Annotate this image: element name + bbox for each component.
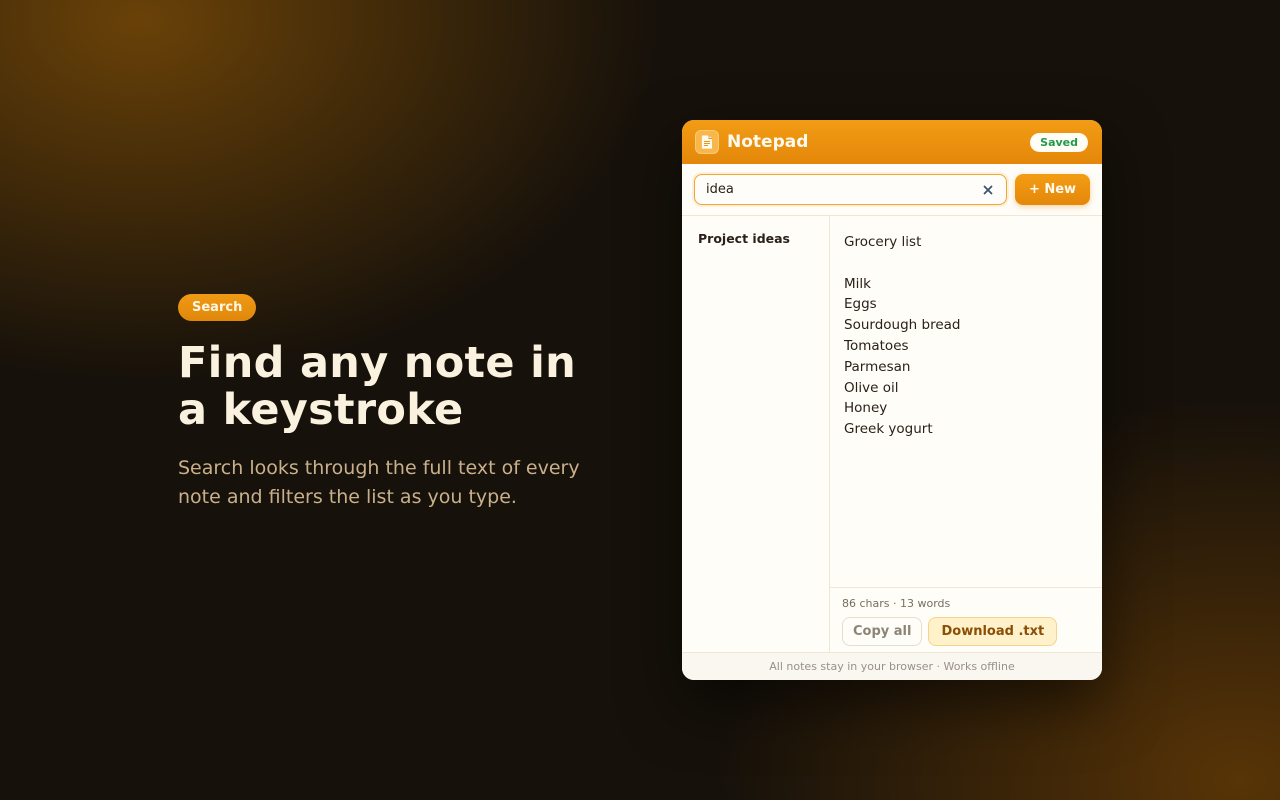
copy-all-button[interactable]: Copy all — [842, 617, 923, 646]
main-area: Project ideas Grocery list Milk Eggs Sou… — [682, 216, 1102, 652]
hero-section: Search Find any note in a keystroke Sear… — [178, 294, 618, 512]
notepad-window: Notepad Saved + New Project ideas Grocer… — [682, 120, 1102, 680]
close-icon — [983, 185, 993, 194]
title-bar: Notepad Saved — [682, 120, 1102, 164]
note-icon — [695, 130, 719, 154]
app-title: Notepad — [727, 132, 809, 152]
note-editor[interactable]: Grocery list Milk Eggs Sourdough bread T… — [830, 216, 1102, 587]
clear-search-button[interactable] — [980, 182, 996, 198]
note-list-item[interactable]: Project ideas — [682, 232, 829, 246]
notes-sidebar: Project ideas — [682, 216, 830, 652]
search-box — [694, 174, 1007, 205]
editor-footer: 86 chars · 13 words Copy all Download .t… — [830, 587, 1102, 652]
toolbar: + New — [682, 164, 1102, 216]
hero-subtitle: Search looks through the full text of ev… — [178, 457, 580, 508]
word-count: 86 chars · 13 words — [842, 597, 951, 610]
editor-actions: Copy all Download .txt — [842, 617, 1090, 646]
new-note-button[interactable]: + New — [1015, 174, 1090, 205]
status-bar: All notes stay in your browser · Works o… — [682, 652, 1102, 680]
feature-badge: Search — [178, 294, 257, 321]
download-txt-button[interactable]: Download .txt — [928, 617, 1058, 646]
hero-headline: Find any note in a keystroke — [178, 338, 577, 435]
search-input[interactable] — [706, 182, 980, 197]
saved-status-badge: Saved — [1030, 132, 1088, 152]
editor-column: Grocery list Milk Eggs Sourdough bread T… — [830, 216, 1102, 652]
